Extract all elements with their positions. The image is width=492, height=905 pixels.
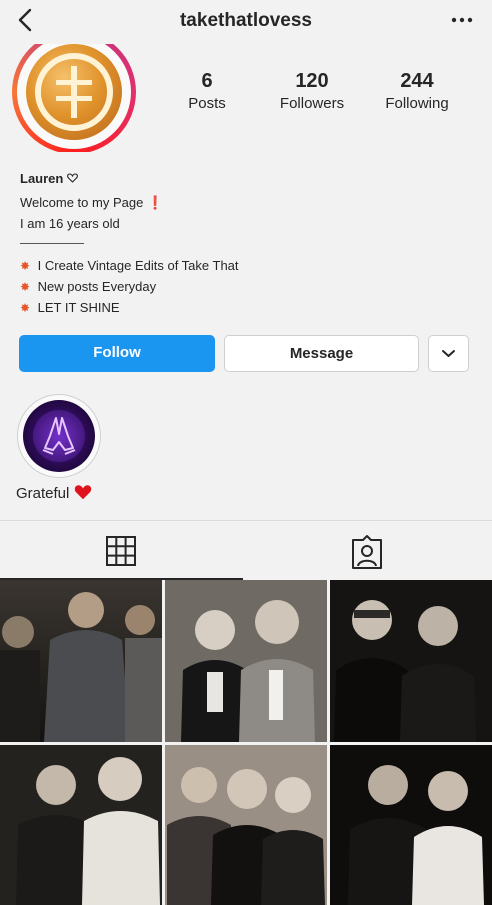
bio-line-shine: ✸ LET IT SHINE [20,300,120,315]
bio-posts-text: New posts Everyday [37,279,157,294]
profile-name-text: Lauren [20,171,64,186]
following-count[interactable]: 244 Following [376,70,458,112]
bio-line-age: I am 16 years old [20,216,120,231]
highlight-label: Grateful [16,484,92,502]
exclamation-icon: ❗ [146,195,164,210]
red-heart-icon [74,485,92,502]
avatar-image [26,44,122,140]
message-button[interactable]: Message [224,335,419,372]
bio-welcome-text: Welcome to my Page [20,195,144,210]
post-thumbnail[interactable] [0,745,162,905]
bio-shine-text: LET IT SHINE [37,300,120,315]
bio-edits-text: I Create Vintage Edits of Take That [37,258,239,273]
top-bar: takethatlovess [0,0,492,44]
post-thumbnail[interactable] [330,580,492,742]
chevron-down-icon [442,350,455,357]
follow-button[interactable]: Follow [19,335,215,372]
posts-label: Posts [188,95,226,112]
praying-hands-icon [23,400,95,472]
story-ring [12,44,136,152]
posts-count: 6 Posts [182,70,232,112]
more-icon[interactable] [448,6,476,34]
bio-line-welcome: Welcome to my Page ❗ [20,195,163,211]
sparkle-icon: ✸ [20,280,31,294]
sparkle-icon: ✸ [20,301,31,315]
tab-tagged[interactable] [343,528,391,576]
suggested-dropdown-button[interactable] [428,335,469,372]
heart-outline-icon [67,171,78,186]
post-thumbnail[interactable] [165,580,327,742]
followers-value: 120 [295,70,329,92]
sparkle-icon: ✸ [20,259,31,273]
followers-count[interactable]: 120 Followers [272,70,352,112]
grid-icon [106,536,136,566]
following-label: Following [385,95,449,112]
profile-avatar[interactable] [12,44,136,152]
story-highlight-grateful[interactable] [17,394,101,478]
posts-grid [0,580,492,905]
posts-value: 6 [201,70,213,92]
bio-line-edits: ✸ I Create Vintage Edits of Take That [20,258,239,273]
bio-divider [20,243,84,244]
profile-name: Lauren [20,171,78,186]
post-thumbnail[interactable] [165,745,327,905]
profile-username: takethatlovess [179,10,312,31]
tabs-divider [0,520,492,521]
bio-line-posts: ✸ New posts Everyday [20,279,156,294]
post-thumbnail[interactable] [330,745,492,905]
tab-grid[interactable] [98,528,146,576]
tagged-icon [352,535,382,569]
post-thumbnail[interactable] [0,580,162,742]
following-value: 244 [400,70,434,92]
highlight-label-text: Grateful [16,485,70,502]
followers-label: Followers [279,95,345,112]
